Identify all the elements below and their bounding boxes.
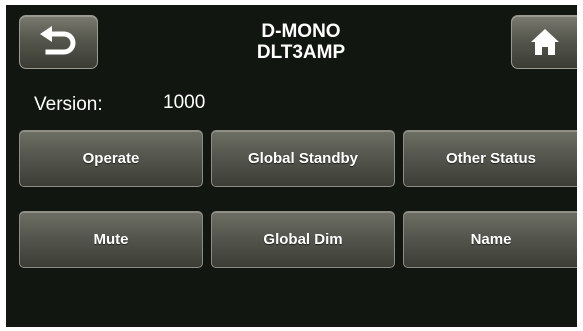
name-button[interactable]: Name <box>403 211 577 268</box>
home-button[interactable] <box>511 15 577 69</box>
version-label: Version: <box>34 94 103 115</box>
global-standby-button[interactable]: Global Standby <box>211 130 395 187</box>
device-screen: D-MONO DLT3AMP Version: 1000 Operate Glo… <box>6 5 577 327</box>
device-title-line2: DLT3AMP <box>256 42 346 63</box>
device-title-line1: D-MONO <box>261 21 341 42</box>
operate-button[interactable]: Operate <box>19 130 203 187</box>
home-icon <box>531 29 559 55</box>
back-arrow-icon <box>40 26 76 55</box>
back-button[interactable] <box>19 15 98 69</box>
other-status-button[interactable]: Other Status <box>403 130 577 187</box>
mute-button[interactable]: Mute <box>19 211 203 268</box>
version-value: 1000 <box>163 92 206 113</box>
global-dim-button[interactable]: Global Dim <box>211 211 395 268</box>
